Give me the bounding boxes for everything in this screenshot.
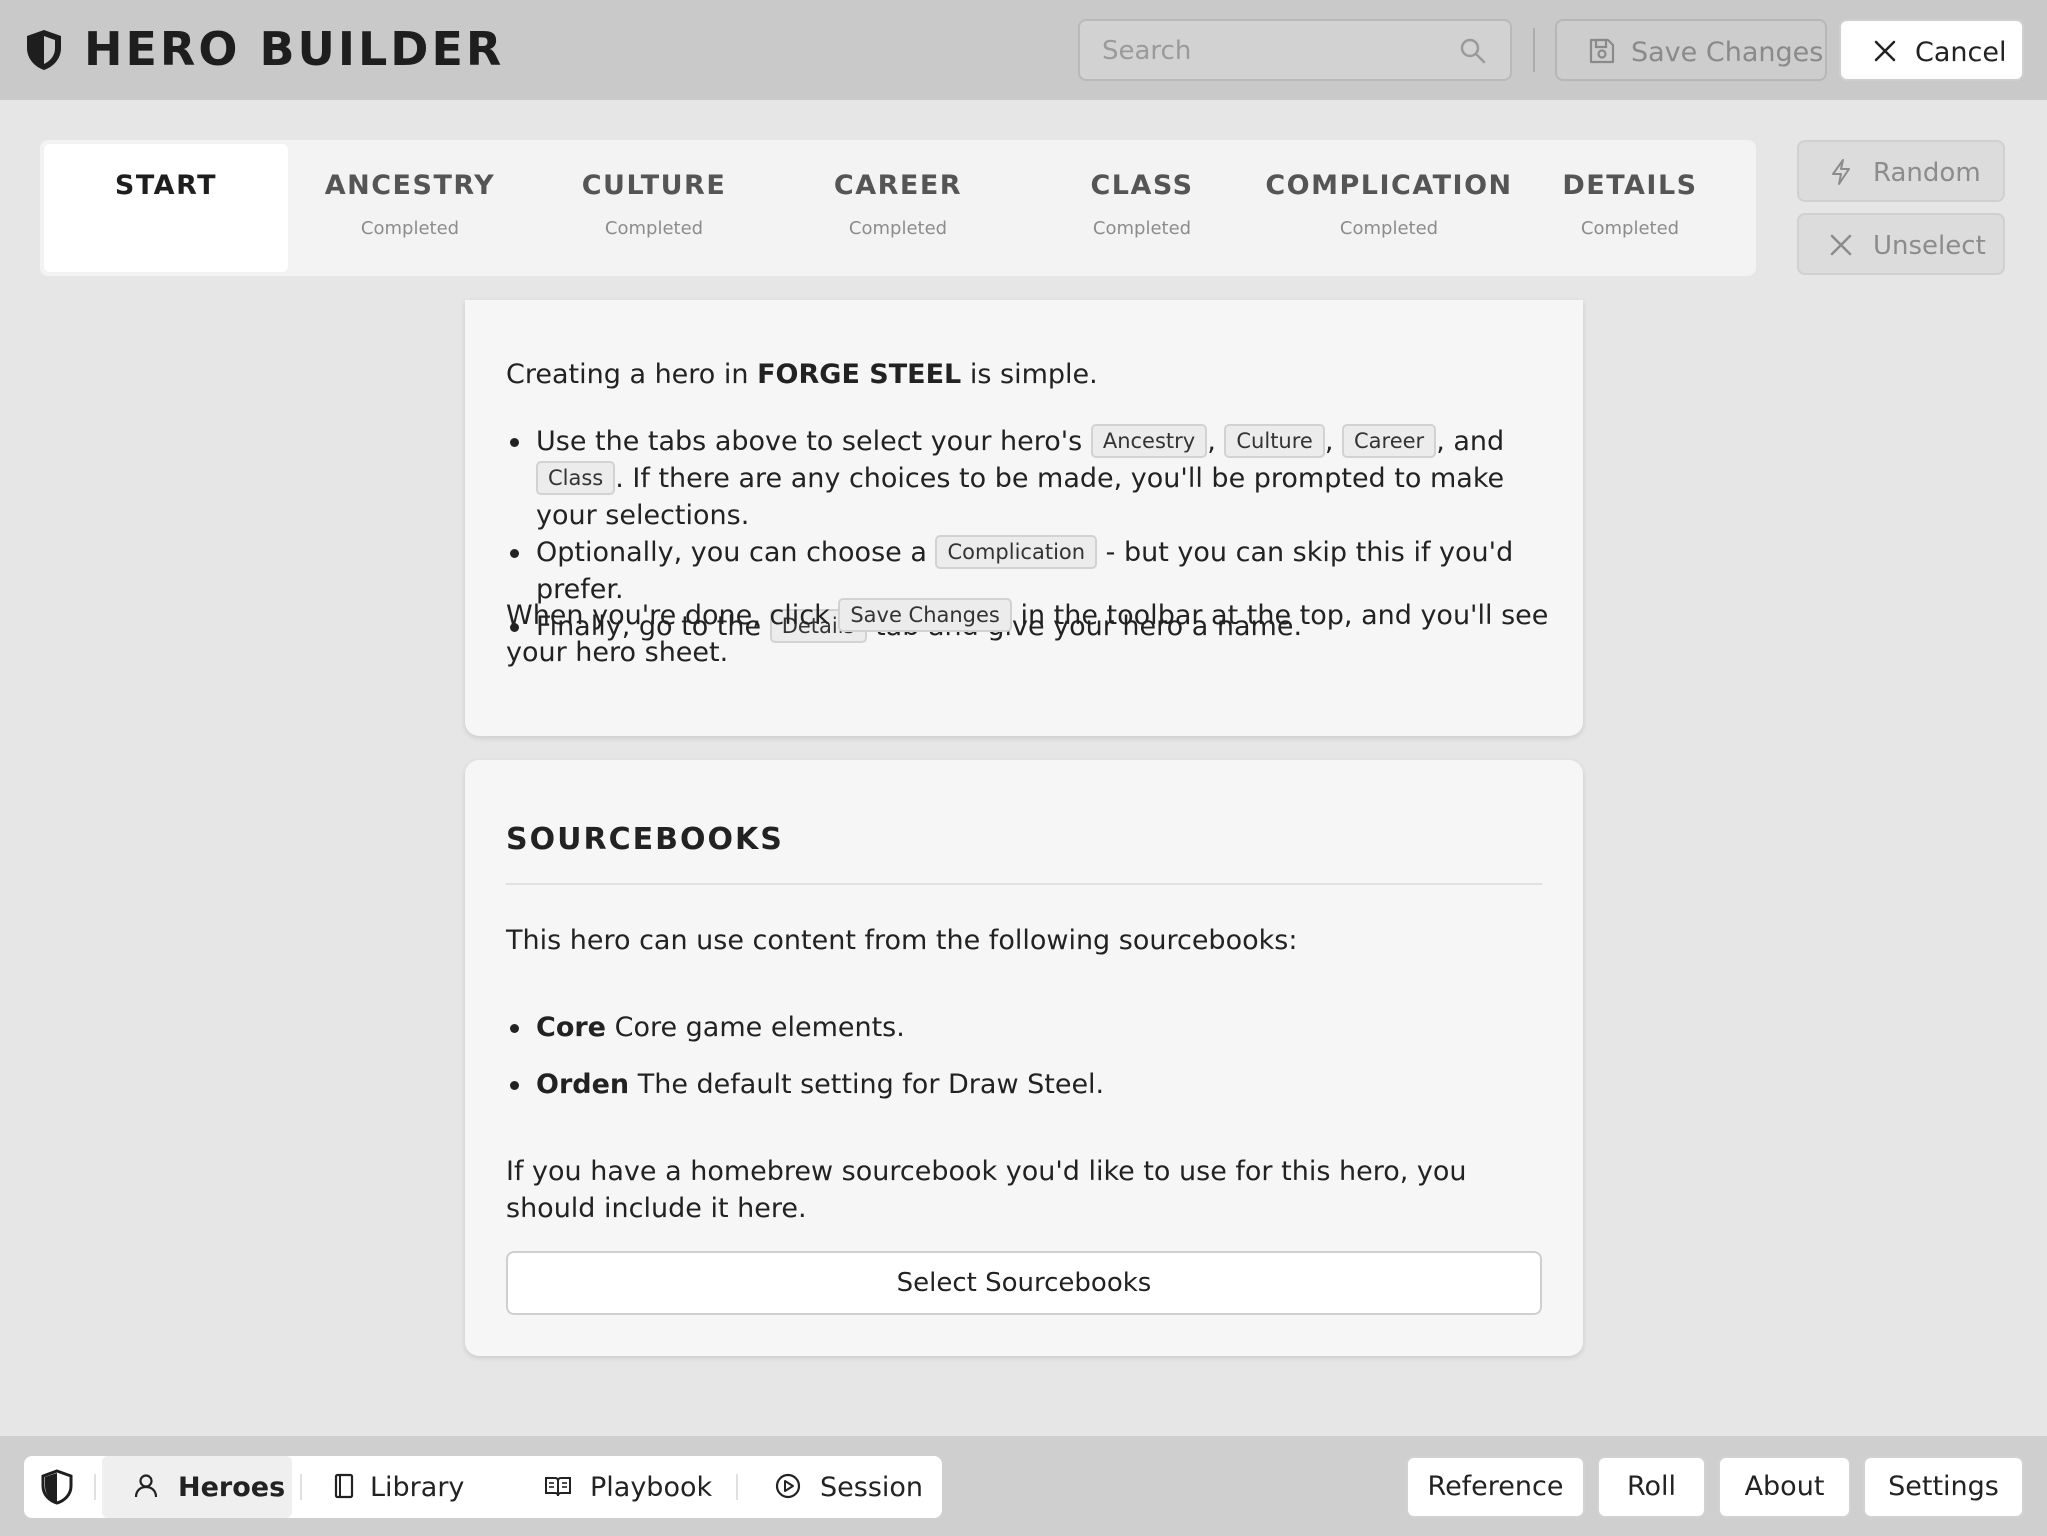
unselect-label: Unselect xyxy=(1873,231,1986,261)
tab-label: CLASS xyxy=(1090,170,1194,201)
save-changes-chip: Save Changes xyxy=(838,598,1012,632)
save-icon xyxy=(1589,38,1615,64)
career-chip: Career xyxy=(1342,424,1437,458)
nav-label: Library xyxy=(370,1472,465,1503)
instruction-text: . If there are any choices to be made, y… xyxy=(536,463,1505,531)
open-book-icon xyxy=(545,1477,571,1497)
class-chip: Class xyxy=(536,461,616,495)
list-item: Core Core game elements. xyxy=(506,1009,1556,1046)
sourcebook-name: Orden xyxy=(536,1069,630,1100)
tab-status: Completed xyxy=(1580,218,1680,239)
book-icon xyxy=(334,1473,354,1499)
instruction-text: Optionally, you can choose a xyxy=(536,537,936,568)
save-changes-button[interactable]: Save Changes xyxy=(1555,19,1827,81)
tab-label: START xyxy=(114,170,218,201)
nav-session[interactable]: Session xyxy=(744,1456,934,1518)
done-paragraph: When you're done, click Save Changes in … xyxy=(506,597,1556,671)
tab-label: CULTURE xyxy=(581,170,727,201)
shield-logo-icon[interactable] xyxy=(40,1469,74,1505)
tab-start[interactable]: START xyxy=(44,144,288,272)
tab-status: Completed xyxy=(1092,218,1192,239)
header-divider xyxy=(1533,28,1535,72)
about-button[interactable]: About xyxy=(1718,1456,1851,1518)
reference-button[interactable]: Reference xyxy=(1406,1456,1585,1518)
ancestry-chip: Ancestry xyxy=(1090,424,1208,458)
tab-label: DETAILS xyxy=(1562,170,1698,201)
roll-button[interactable]: Roll xyxy=(1597,1456,1706,1518)
shield-logo-icon xyxy=(27,30,61,70)
start-instructions-card: Creating a hero in FORGE STEEL is simple… xyxy=(465,300,1583,736)
nav-label: Playbook xyxy=(590,1472,713,1503)
sourcebooks-intro: This hero can use content from the follo… xyxy=(506,925,1298,956)
sourcebook-name: Core xyxy=(536,1012,606,1043)
done-text: When you're done, click xyxy=(506,600,839,631)
tab-label: COMPLICATION xyxy=(1265,170,1513,201)
select-sourcebooks-button[interactable]: Select Sourcebooks xyxy=(506,1251,1542,1315)
tab-status: Completed xyxy=(848,218,948,239)
instruction-text: Use the tabs above to select your hero's xyxy=(536,426,1091,457)
sourcebook-description: The default setting for Draw Steel. xyxy=(637,1069,1105,1100)
separator: , xyxy=(1324,426,1343,457)
play-circle-icon xyxy=(775,1473,801,1499)
main-nav: Heroes Library Playbook Session xyxy=(24,1456,942,1518)
page-title: HERO BUILDER xyxy=(84,22,505,76)
tab-status: Completed xyxy=(604,218,704,239)
tab-label: CAREER xyxy=(833,170,963,201)
nav-library[interactable]: Library xyxy=(308,1456,488,1518)
list-item: Use the tabs above to select your hero's… xyxy=(506,423,1556,534)
intro-text: Creating a hero in xyxy=(506,359,758,390)
app-name: FORGE STEEL xyxy=(757,359,962,390)
save-changes-label: Save Changes xyxy=(1631,37,1824,68)
tab-complication[interactable]: COMPLICATION Completed xyxy=(1264,144,1514,272)
cancel-label: Cancel xyxy=(1915,37,2007,68)
tab-details[interactable]: DETAILS Completed xyxy=(1508,144,1752,272)
intro-text: is simple. xyxy=(961,359,1098,390)
sourcebooks-card: SOURCEBOOKS This hero can use content fr… xyxy=(465,760,1583,1356)
bottom-bar: Heroes Library Playbook Session Referenc… xyxy=(0,1436,2047,1536)
divider xyxy=(506,883,1542,885)
search-icon xyxy=(1460,38,1486,64)
builder-steps: START ANCESTRY Completed CULTURE Complet… xyxy=(40,140,1756,276)
search-input[interactable] xyxy=(1102,33,1442,69)
sourcebooks-heading: SOURCEBOOKS xyxy=(506,822,784,857)
cancel-button[interactable]: Cancel xyxy=(1839,19,2024,81)
culture-chip: Culture xyxy=(1224,424,1325,458)
tab-ancestry[interactable]: ANCESTRY Completed xyxy=(288,144,532,272)
sourcebook-list: Core Core game elements. Orden The defau… xyxy=(506,1009,1556,1103)
tab-culture[interactable]: CULTURE Completed xyxy=(532,144,776,272)
settings-button[interactable]: Settings xyxy=(1863,1456,2024,1518)
close-icon xyxy=(1874,40,1896,62)
nav-playbook[interactable]: Playbook xyxy=(514,1456,714,1518)
nav-divider xyxy=(736,1474,738,1500)
close-icon xyxy=(1830,234,1852,256)
lightning-icon xyxy=(1832,159,1850,185)
search-field[interactable] xyxy=(1078,19,1512,81)
tab-status: Completed xyxy=(360,218,460,239)
nav-label: Session xyxy=(820,1472,924,1503)
sourcebook-description: Core game elements. xyxy=(614,1012,905,1043)
nav-label: Heroes xyxy=(178,1472,286,1503)
user-icon xyxy=(134,1474,158,1498)
app-header: HERO BUILDER Save Changes Cancel xyxy=(0,0,2047,100)
nav-divider xyxy=(94,1474,96,1500)
random-button[interactable]: Random xyxy=(1797,140,2005,202)
separator: , xyxy=(1207,426,1225,457)
separator: , and xyxy=(1436,426,1505,457)
nav-heroes[interactable]: Heroes xyxy=(102,1456,292,1518)
intro-paragraph: Creating a hero in FORGE STEEL is simple… xyxy=(506,356,1556,393)
nav-divider xyxy=(300,1474,302,1500)
random-label: Random xyxy=(1873,158,1981,188)
unselect-button[interactable]: Unselect xyxy=(1797,213,2005,275)
complication-chip: Complication xyxy=(935,535,1098,569)
tab-status: Completed xyxy=(1339,218,1439,239)
tab-career[interactable]: CAREER Completed xyxy=(776,144,1020,272)
list-item: Orden The default setting for Draw Steel… xyxy=(506,1066,1556,1103)
tab-class[interactable]: CLASS Completed xyxy=(1020,144,1264,272)
tab-label: ANCESTRY xyxy=(324,170,496,201)
homebrew-note: If you have a homebrew sourcebook you'd … xyxy=(506,1156,1467,1224)
